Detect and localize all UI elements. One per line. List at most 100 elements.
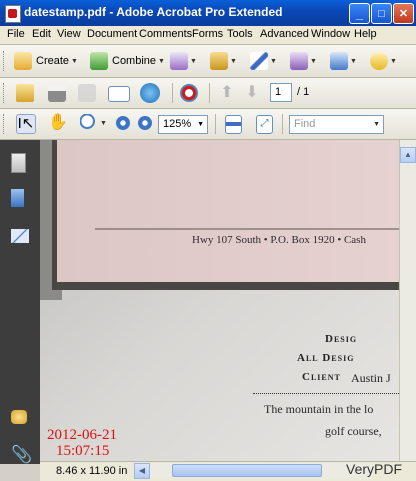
hand-icon: ✋: [48, 114, 68, 131]
horizontal-scroll-thumb[interactable]: [172, 464, 322, 477]
horizontal-scrollbar[interactable]: ◀: [134, 463, 374, 479]
toolbar-divider: [209, 83, 210, 103]
toolbar-grip[interactable]: [3, 114, 7, 134]
menu-tools[interactable]: Tools: [227, 28, 253, 40]
comments-panel-icon[interactable]: [11, 410, 27, 424]
hand-tool-button[interactable]: ✋: [48, 114, 68, 132]
fit-page-icon: ⤢: [256, 115, 273, 134]
chevron-down-icon: ▼: [350, 57, 357, 65]
menu-document[interactable]: Document: [87, 28, 137, 40]
vertical-scrollbar[interactable]: ▲: [399, 140, 416, 464]
pages-panel-icon[interactable]: [11, 153, 26, 173]
page-number-input[interactable]: 1: [270, 83, 292, 102]
find-placeholder: Find: [294, 118, 316, 130]
dotted-divider: [253, 393, 399, 394]
full-screen-button[interactable]: ⤢: [256, 115, 273, 134]
zoom-level-select[interactable]: 125% ▼: [158, 115, 208, 134]
body-text-line-2: golf course,: [325, 424, 382, 438]
verypdf-watermark: VeryPDF: [346, 461, 403, 477]
menu-advanced[interactable]: Advanced: [260, 28, 309, 40]
menu-file[interactable]: File: [7, 28, 25, 40]
arrow-up-icon: ⬆: [220, 84, 234, 101]
paperclip-icon[interactable]: 📎: [11, 446, 32, 464]
toolbar-divider: [172, 83, 173, 103]
comment-bubble-icon: [370, 52, 388, 70]
create-button[interactable]: Create ▼: [14, 52, 78, 70]
bookmarks-panel-icon[interactable]: [11, 189, 24, 207]
review-comment-button[interactable]: ▼: [370, 52, 397, 70]
email-button[interactable]: [108, 84, 130, 102]
menu-comments[interactable]: Comments: [139, 28, 192, 40]
printer-icon: [48, 84, 66, 102]
minimize-button[interactable]: _: [349, 3, 370, 24]
pen-icon: [250, 52, 268, 70]
save-button[interactable]: [78, 84, 96, 102]
sign-button[interactable]: ▼: [250, 52, 277, 70]
plus-circle-icon: [138, 116, 152, 130]
previous-page-button[interactable]: ⬆: [218, 84, 236, 102]
next-page-button[interactable]: ⬇: [243, 84, 261, 102]
scroll-up-button[interactable]: ▲: [400, 147, 416, 163]
close-button[interactable]: ✕: [393, 3, 414, 24]
pages-button[interactable]: [180, 84, 198, 102]
zoom-tool-button[interactable]: ▼: [80, 114, 107, 132]
globe-arrow-icon: [140, 83, 160, 103]
heading-design: Desig: [325, 333, 358, 345]
multimedia-button[interactable]: ▼: [330, 52, 357, 70]
find-input[interactable]: Find ▼: [289, 115, 384, 134]
signatures-panel-icon[interactable]: [11, 229, 29, 243]
chevron-down-icon: ▼: [71, 57, 78, 65]
upload-button[interactable]: [140, 83, 160, 103]
document-view[interactable]: Hwy 107 South • P.O. Box 1920 • Cash Des…: [40, 140, 399, 461]
fit-width-icon: [225, 115, 242, 134]
create-pdf-icon: [14, 52, 32, 70]
menu-view[interactable]: View: [57, 28, 81, 40]
scroll-left-button[interactable]: ◀: [134, 463, 150, 479]
combine-label: Combine: [112, 55, 157, 67]
maximize-button[interactable]: □: [371, 3, 392, 24]
window-title: datestamp.pdf - Adobe Acrobat Pro Extend…: [24, 5, 283, 19]
menu-bar: File Edit View Document Comments Forms T…: [0, 26, 416, 45]
folder-icon: [16, 84, 34, 102]
tasks-toolbar: Create ▼ Combine ▼ ▼ ▼ ▼ ▼ ▼ ▼: [0, 45, 416, 78]
chevron-down-icon: ▼: [100, 119, 107, 127]
multimedia-icon: [330, 52, 348, 70]
date-stamp-date: 2012-06-21: [47, 427, 117, 443]
create-label: Create: [36, 55, 70, 67]
open-button[interactable]: [16, 84, 34, 102]
select-tool-button[interactable]: I↖: [16, 114, 36, 134]
fit-page-button[interactable]: [225, 115, 242, 134]
toolbar-grip[interactable]: [3, 83, 7, 103]
heading-all-design: All Desig: [297, 352, 355, 364]
navigation-panel: 📎: [0, 140, 40, 464]
toolbar-grip[interactable]: [3, 51, 7, 71]
magnifier-icon: [80, 114, 98, 132]
chevron-down-icon: ▼: [390, 57, 397, 65]
zoom-in-button[interactable]: [138, 116, 152, 130]
combine-files-icon: [90, 52, 108, 70]
collaborate-icon: [170, 52, 188, 70]
page-size-label: 8.46 x 11.90 in: [56, 465, 128, 477]
zoom-out-button[interactable]: [116, 116, 130, 130]
text-cursor-icon: I↖: [16, 114, 36, 134]
page-total-label: / 1: [297, 86, 310, 98]
lock-icon: [210, 52, 228, 70]
view-toolbar: I↖ ✋ ▼ 125% ▼ ⤢ Find ▼: [0, 109, 416, 140]
secure-button[interactable]: ▼: [210, 52, 237, 70]
collaborate-button[interactable]: ▼: [170, 52, 197, 70]
chevron-down-icon: ▼: [158, 57, 165, 65]
form-icon: [290, 52, 308, 70]
file-toolbar: ⬆ ⬇ 1 / 1: [0, 78, 416, 109]
menu-forms[interactable]: Forms: [192, 28, 223, 40]
combine-button[interactable]: Combine ▼: [90, 52, 165, 70]
body-text-line-1: The mountain in the lo: [264, 402, 374, 416]
menu-window[interactable]: Window: [311, 28, 350, 40]
forms-button[interactable]: ▼: [290, 52, 317, 70]
print-button[interactable]: [48, 84, 66, 102]
chevron-down-icon: ▼: [270, 57, 277, 65]
chevron-down-icon: ▼: [310, 57, 317, 65]
chevron-down-icon: ▼: [190, 57, 197, 65]
menu-edit[interactable]: Edit: [32, 28, 51, 40]
menu-help[interactable]: Help: [354, 28, 377, 40]
document-overlay-icon: [180, 84, 198, 102]
